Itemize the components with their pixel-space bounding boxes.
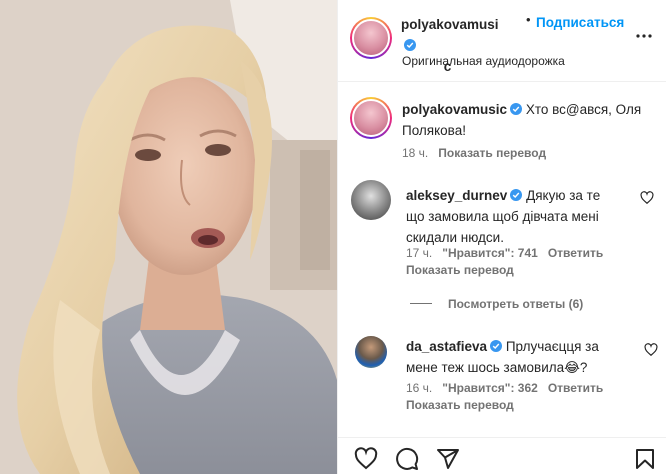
- bookmark-icon[interactable]: [633, 447, 657, 471]
- more-icon[interactable]: [634, 26, 654, 46]
- caption-translate-link[interactable]: Показать перевод: [438, 146, 546, 160]
- reply-button[interactable]: Ответить: [548, 246, 603, 260]
- post-header: polyakovamusi c • Подписаться Оригинальн…: [338, 0, 666, 82]
- comment-avatar[interactable]: [351, 180, 391, 220]
- caption-time[interactable]: 18 ч.: [402, 146, 428, 160]
- comment-translate-link[interactable]: Показать перевод: [406, 398, 514, 412]
- caption-meta: 18 ч. Показать перевод: [402, 146, 556, 160]
- video-frame[interactable]: [0, 0, 337, 474]
- caption-username[interactable]: polyakovamusic: [402, 102, 507, 117]
- author-avatar[interactable]: [350, 17, 392, 59]
- share-icon[interactable]: [436, 447, 460, 471]
- verified-icon: [490, 340, 503, 352]
- caption: polyakovamusic Хто вс@ався, Оля Полякова…: [402, 99, 652, 141]
- comment-time[interactable]: 16 ч.: [406, 381, 432, 395]
- verified-icon: [510, 103, 523, 115]
- heart-icon[interactable]: [354, 447, 378, 471]
- comment: aleksey_durnev Дякую за те що замовила щ…: [406, 185, 606, 248]
- comment-time[interactable]: 17 ч.: [406, 246, 432, 260]
- comment-meta: 16 ч. "Нравится": 362 Ответить: [406, 381, 613, 395]
- follow-button[interactable]: Подписаться: [536, 15, 624, 30]
- comment-meta: 17 ч. "Нравится": 741 Ответить: [406, 246, 613, 260]
- comment-translate-link[interactable]: Показать перевод: [406, 263, 514, 277]
- comment-username[interactable]: aleksey_durnev: [406, 188, 507, 203]
- reply-button[interactable]: Ответить: [548, 381, 603, 395]
- comment: da_astafieva Прлучаєцця за мене теж шось…: [406, 336, 626, 378]
- replies-divider: [410, 303, 432, 304]
- comment-username[interactable]: da_astafieva: [406, 339, 487, 354]
- verified-icon: [510, 189, 523, 201]
- comment-likes[interactable]: "Нравится": 362: [442, 381, 538, 395]
- caption-avatar[interactable]: [350, 97, 392, 139]
- post-side-panel: polyakovamusi c • Подписаться Оригинальн…: [337, 0, 666, 474]
- heart-icon[interactable]: [640, 191, 654, 205]
- view-replies-button[interactable]: Посмотреть ответы (6): [410, 297, 583, 311]
- heart-icon[interactable]: [644, 343, 658, 357]
- comment-avatar[interactable]: [355, 336, 387, 368]
- video-still: [0, 0, 337, 474]
- comment-icon[interactable]: [395, 447, 419, 471]
- audio-track-link[interactable]: Оригинальная аудиодорожка: [402, 54, 565, 68]
- verified-icon: [404, 39, 416, 51]
- comment-likes[interactable]: "Нравится": 741: [442, 246, 538, 260]
- separator-dot: •: [526, 12, 531, 27]
- action-bar: [338, 437, 666, 474]
